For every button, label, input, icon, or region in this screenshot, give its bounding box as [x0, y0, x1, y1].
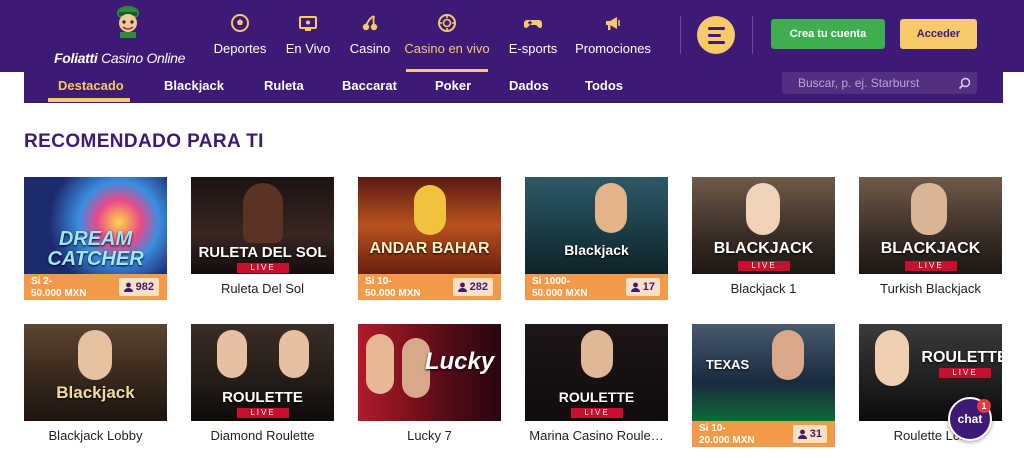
nav-casino[interactable]: Casino: [341, 0, 399, 72]
nav-promociones[interactable]: Promociones: [571, 0, 655, 72]
game-thumbnail: Lucky: [358, 324, 501, 421]
game-card[interactable]: Blackjack Si 1000- 50.000 MXN 17: [525, 177, 668, 300]
logo-text: Foliatti Casino Online: [54, 50, 186, 66]
game-thumbnail: ANDAR BAHAR: [358, 177, 501, 274]
game-card[interactable]: BLACKJACK LIVE Blackjack 1: [692, 177, 835, 296]
bet-limit-bar: Si 1000- 50.000 MXN 17: [525, 274, 668, 300]
game-thumbnail: DREAM CATCHER: [24, 177, 167, 274]
gamepad-icon: [524, 20, 542, 28]
live-tag: LIVE: [905, 261, 957, 271]
hamburger-menu-button[interactable]: [697, 16, 735, 54]
person-icon: [797, 429, 807, 439]
thumbnail-title: BLACKJACK: [713, 240, 814, 257]
game-title: Lucky 7: [407, 428, 452, 443]
bet-limit: Si 1000- 50.000 MXN: [532, 276, 588, 299]
tab-blackjack[interactable]: Blackjack: [164, 70, 224, 101]
tab-baccarat[interactable]: Baccarat: [342, 70, 397, 101]
thumbnail-title: ROULETTE: [921, 349, 1002, 366]
person-icon: [457, 282, 467, 292]
nav-deportes[interactable]: Deportes: [205, 0, 275, 72]
live-tag: LIVE: [571, 408, 623, 418]
thumbnail-title: ROULETTE: [222, 389, 303, 406]
game-thumbnail: RULETA DEL SOL LIVE: [191, 177, 334, 274]
casino-chip-icon: [438, 14, 456, 32]
login-button[interactable]: Acceder: [900, 19, 977, 49]
nav-casino-en-vivo[interactable]: Casino en vivo: [399, 0, 495, 72]
game-title: Diamond Roulette: [210, 428, 315, 443]
player-count: 282: [452, 278, 493, 296]
bet-limit-bar: Si 10- 50.000 MXN 282: [358, 274, 501, 300]
megaphone-icon: [606, 17, 620, 30]
game-card[interactable]: DREAM CATCHER Si 2- 50.000 MXN 982: [24, 177, 167, 300]
bet-limit: Si 10- 50.000 MXN: [365, 276, 421, 299]
game-search: [782, 72, 977, 94]
thumbnail-title: RULETA DEL SOL: [198, 244, 327, 261]
game-thumbnail: Blackjack: [24, 324, 167, 421]
game-card[interactable]: ROULETTE LIVE Diamond Roulette: [191, 324, 334, 443]
game-card[interactable]: ANDAR BAHAR Si 10- 50.000 MXN 282: [358, 177, 501, 300]
tab-poker[interactable]: Poker: [435, 70, 471, 101]
game-thumbnail: Blackjack: [525, 177, 668, 274]
bet-limit: Si 2- 50.000 MXN: [31, 276, 87, 299]
bet-limit-bar: Si 10- 20.000 MXN 31: [692, 421, 835, 447]
game-thumbnail: ROULETTE LIVE: [525, 324, 668, 421]
tab-destacado[interactable]: Destacado: [58, 70, 124, 101]
game-card[interactable]: ROULETTE LIVE Marina Casino Roule…: [525, 324, 668, 443]
header-divider: [752, 16, 753, 54]
create-account-button[interactable]: Crea tu cuenta: [771, 19, 885, 49]
tab-active-underline: [48, 98, 130, 102]
thumbnail-title: BLACKJACK: [880, 240, 981, 257]
site-logo[interactable]: Foliatti Casino Online: [54, 0, 194, 72]
section-title: RECOMENDADO PARA TI: [24, 131, 264, 152]
search-input[interactable]: [798, 72, 958, 94]
game-card[interactable]: RULETA DEL SOL LIVE Ruleta Del Sol: [191, 177, 334, 296]
thumbnail-title: Blackjack: [56, 383, 135, 402]
player-count: 31: [792, 425, 827, 443]
game-card[interactable]: Lucky Lucky 7: [358, 324, 501, 443]
tab-ruleta[interactable]: Ruleta: [264, 70, 304, 101]
game-title: Blackjack 1: [730, 281, 797, 296]
game-title: Ruleta Del Sol: [220, 281, 305, 296]
nav-en-vivo[interactable]: En Vivo: [275, 0, 341, 72]
player-count: 17: [625, 278, 660, 296]
thumbnail-title: DREAM CATCHER: [47, 228, 144, 270]
cherries-icon: [362, 15, 378, 31]
thumbnail-title: ROULETTE: [558, 389, 635, 405]
thumbnail-title: TEXAS: [705, 357, 750, 372]
game-thumbnail: BLACKJACK LIVE: [859, 177, 1002, 274]
tab-todos[interactable]: Todos: [585, 70, 623, 101]
game-title: Turkish Blackjack: [880, 281, 981, 296]
soccer-ball-icon: [231, 14, 249, 32]
tab-dados[interactable]: Dados: [509, 70, 549, 101]
search-icon[interactable]: [958, 77, 971, 90]
header-divider: [680, 16, 681, 54]
leprechaun-mascot-icon: [117, 6, 139, 38]
game-thumbnail: TEXAS: [692, 324, 835, 421]
game-thumbnail: BLACKJACK LIVE: [692, 177, 835, 274]
game-title: Blackjack Lobby: [48, 428, 143, 443]
thumbnail-title: Lucky: [424, 348, 495, 375]
game-card[interactable]: Blackjack Blackjack Lobby: [24, 324, 167, 443]
game-card[interactable]: BLACKJACK LIVE Turkish Blackjack: [859, 177, 1002, 296]
person-icon: [123, 282, 133, 292]
chat-notification-badge: 1: [977, 399, 991, 413]
person-icon: [630, 282, 640, 292]
bet-limit: Si 10- 20.000 MXN: [699, 423, 755, 446]
player-count: 982: [118, 278, 159, 296]
nav-esports[interactable]: E-sports: [495, 0, 571, 72]
live-tag: LIVE: [237, 263, 289, 273]
game-title: Marina Casino Roule…: [529, 428, 664, 443]
bet-limit-bar: Si 2- 50.000 MXN 982: [24, 274, 167, 300]
thumbnail-title: Blackjack: [564, 242, 629, 258]
thumbnail-title: ANDAR BAHAR: [369, 240, 490, 257]
live-screen-icon: [299, 16, 317, 31]
live-tag: LIVE: [939, 368, 991, 378]
game-thumbnail: ROULETTE LIVE: [191, 324, 334, 421]
live-tag: LIVE: [237, 408, 289, 418]
main-nav: Deportes En Vivo Casino Casino en vivo E…: [205, 0, 655, 72]
live-tag: LIVE: [738, 261, 790, 271]
game-card[interactable]: TEXAS Si 10- 20.000 MXN 31: [692, 324, 835, 447]
